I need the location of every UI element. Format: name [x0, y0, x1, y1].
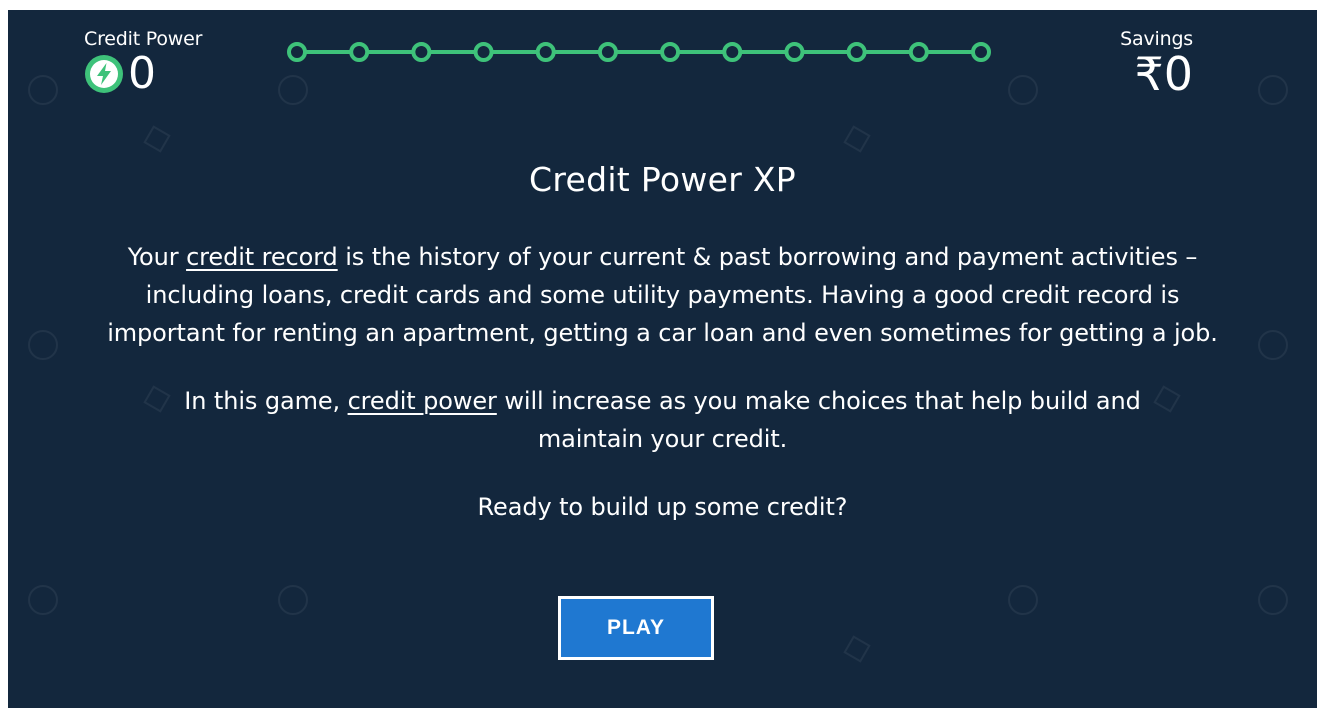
- progress-node: [846, 42, 867, 62]
- para2-prefix: In this game,: [184, 387, 348, 415]
- progress-track: [287, 42, 991, 62]
- progress-node: [411, 42, 432, 62]
- progress-node: [287, 42, 307, 62]
- savings-value: ₹0: [1134, 47, 1193, 101]
- credit-power-stat: Credit Power 0: [84, 28, 202, 96]
- credit-power-value: 0: [128, 48, 156, 99]
- ready-prompt: Ready to build up some credit?: [477, 493, 848, 521]
- credit-record-paragraph: Your credit record is the history of you…: [103, 238, 1223, 352]
- credit-power-link[interactable]: credit power: [348, 387, 497, 415]
- progress-node: [597, 42, 618, 62]
- credit-record-link[interactable]: credit record: [186, 243, 338, 271]
- credit-power-row: 0: [84, 52, 202, 96]
- intro-content: Credit Power XP Your credit record is th…: [8, 160, 1317, 526]
- para2-suffix: will increase as you make choices that h…: [496, 387, 1141, 453]
- progress-node: [535, 42, 556, 62]
- progress-node: [784, 42, 805, 62]
- progress-node: [722, 42, 743, 62]
- intro-title: Credit Power XP: [528, 160, 796, 199]
- progress-node: [660, 42, 681, 62]
- game-screen: Credit Power 0 Savings ₹0 Credit Power X…: [8, 10, 1317, 708]
- progress-node: [908, 42, 929, 62]
- progress-node: [473, 42, 494, 62]
- play-button[interactable]: PLAY: [558, 596, 714, 660]
- progress-node: [971, 42, 991, 62]
- lightning-bolt-icon: [85, 55, 123, 93]
- progress-node: [349, 42, 370, 62]
- credit-power-paragraph: In this game, credit power will increase…: [133, 382, 1193, 458]
- para1-prefix: Your: [127, 243, 187, 271]
- savings-stat: Savings ₹0: [1120, 28, 1193, 98]
- credit-power-label: Credit Power: [84, 28, 203, 50]
